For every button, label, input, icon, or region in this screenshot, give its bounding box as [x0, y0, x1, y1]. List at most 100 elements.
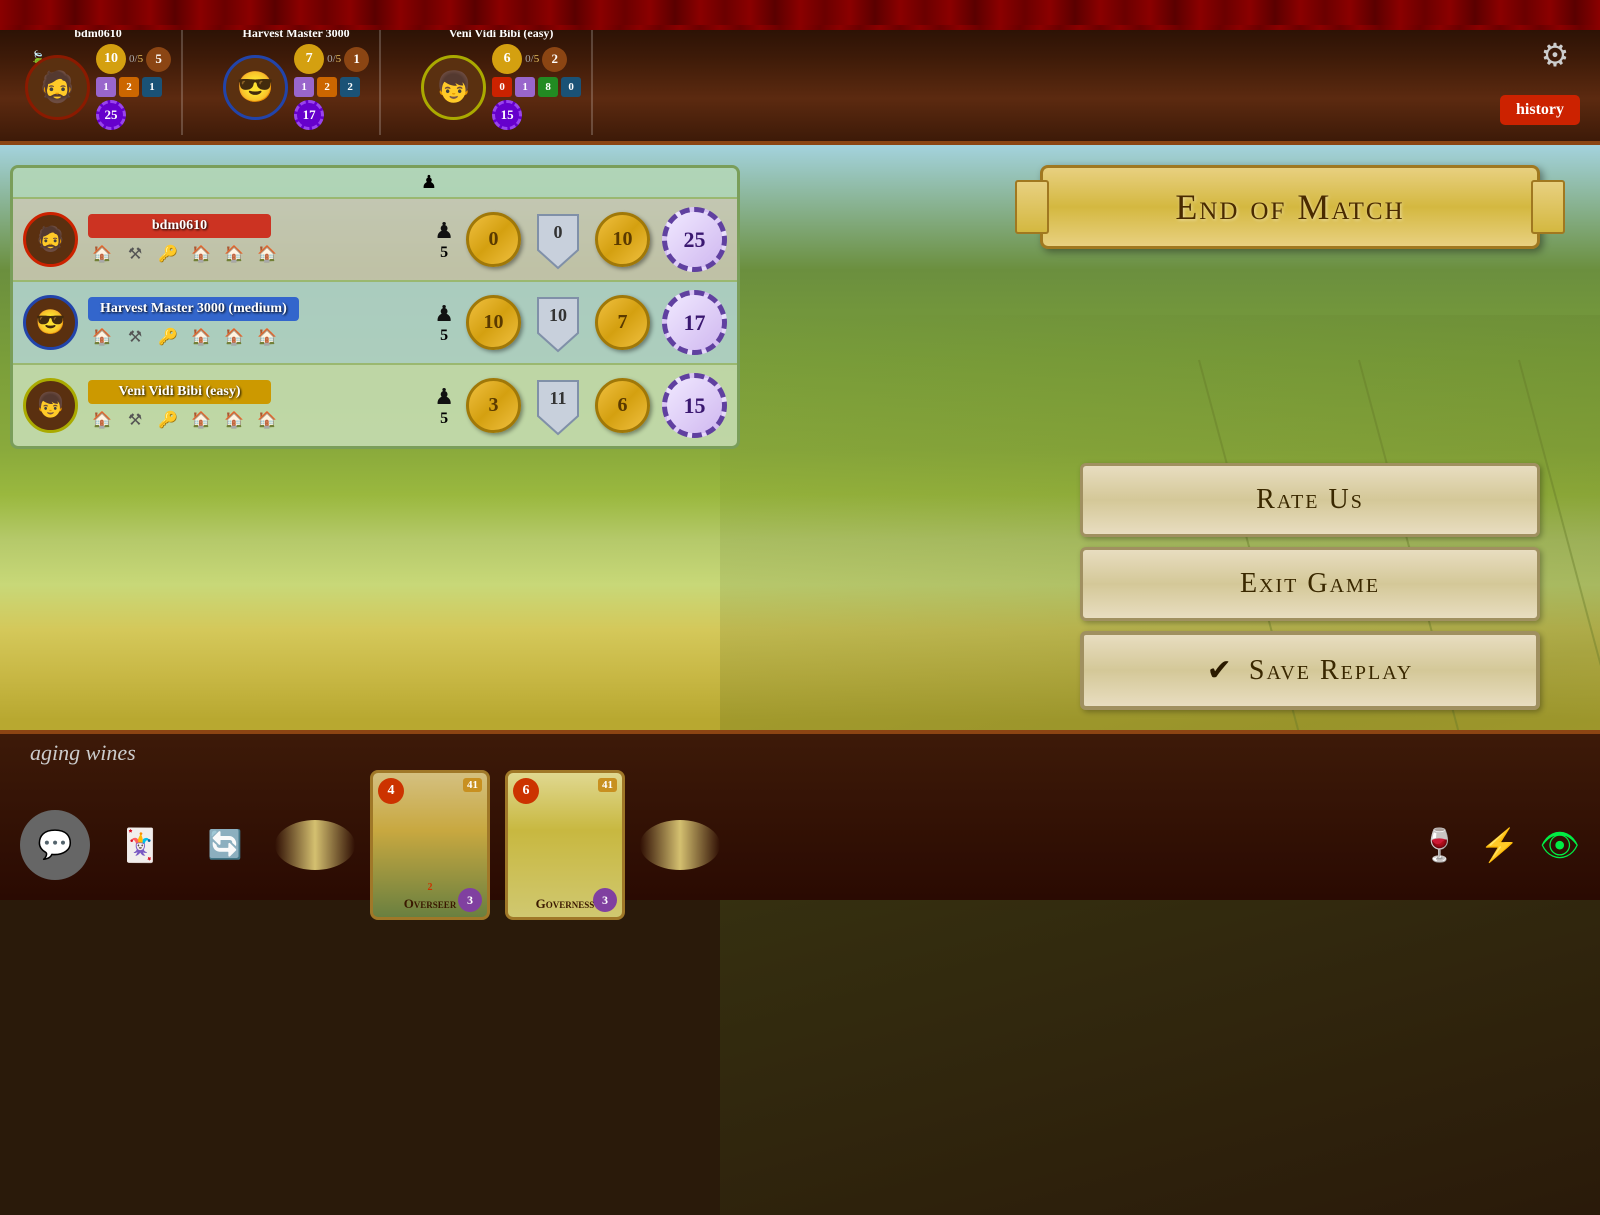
- b1-6: 🏠: [253, 242, 281, 266]
- b3-5: 🏠: [220, 408, 248, 432]
- p1-vp-top: 25: [96, 100, 126, 130]
- main-area: ♟ 🧔 bdm0610 🏠 ⚒ 🔑 🏠 🏠: [0, 145, 1600, 730]
- gear-icon: ⚙: [1541, 36, 1570, 74]
- top-bar: bdm0610 🍃 🧔 10 0/5 5 1 2 1: [0, 0, 1600, 145]
- save-replay-button[interactable]: ✔ Save Replay: [1080, 631, 1540, 710]
- p1-extra1: 1: [96, 77, 116, 97]
- b1-4: 🏠: [187, 242, 215, 266]
- b1-5: 🏠: [220, 242, 248, 266]
- p3-extra3: 0: [561, 77, 581, 97]
- p1-extra3: 1: [142, 77, 162, 97]
- score-name-p1: bdm0610: [88, 214, 271, 238]
- end-of-match-title: End of Match: [1073, 186, 1507, 228]
- exit-game-button[interactable]: Exit Game: [1080, 547, 1540, 621]
- cards-button[interactable]: 🃏: [105, 810, 175, 880]
- overseer-cost: 4: [378, 778, 404, 804]
- vp-p2: 17: [662, 290, 727, 355]
- card-governess[interactable]: 6 41 Governess 3: [505, 770, 625, 920]
- wine-cellar-button[interactable]: 🍷: [1420, 826, 1460, 864]
- governess-bottom-badge: 3: [593, 888, 617, 912]
- meeple-val-p2: 5: [440, 327, 448, 345]
- p3-extra2: 8: [538, 77, 558, 97]
- top-player-p1: bdm0610 🍃 🧔 10 0/5 5 1 2 1: [15, 21, 183, 135]
- b2-4: 🏠: [187, 325, 215, 349]
- coins-p3: 6: [595, 378, 650, 433]
- top-player-name-p1: bdm0610: [74, 26, 121, 41]
- trophy-icon: ⚡: [1480, 827, 1520, 863]
- p3-extra1: 1: [515, 77, 535, 97]
- b2-2: ⚒: [121, 325, 149, 349]
- rate-us-label: Rate Us: [1256, 484, 1364, 516]
- shield-val-p3: 11: [549, 388, 566, 409]
- p3-vp-top: 15: [492, 100, 522, 130]
- shield-p2: 10: [533, 293, 583, 353]
- governess-cost: 6: [513, 778, 539, 804]
- p2-vp-top: 17: [294, 100, 324, 130]
- score-name-p3: Veni Vidi Bibi (easy): [88, 380, 271, 404]
- score-cols-p3: ♟ 5 3 11 6 15: [434, 373, 727, 438]
- p1-slash: 0/5: [129, 53, 143, 65]
- shield-p3: 11: [533, 376, 583, 436]
- p1-coins-top: 10: [96, 44, 126, 74]
- p2-extra1: 1: [294, 77, 314, 97]
- p2-slash: 0/5: [327, 53, 341, 65]
- meeple-col-p1: ♟ 5: [434, 218, 454, 262]
- b2-6: 🏠: [253, 325, 281, 349]
- history-label: history: [1516, 101, 1564, 118]
- bottom-bar: aging wines 💬 🃏 🔄 4: [0, 730, 1600, 900]
- score-table: ♟ 🧔 bdm0610 🏠 ⚒ 🔑 🏠 🏠: [10, 165, 740, 449]
- p2-coins-top: 7: [294, 44, 324, 74]
- b3-3: 🔑: [154, 408, 182, 432]
- top-player-name-p3: Veni Vidi Bibi (easy): [449, 26, 554, 41]
- col-meeple-header: ♟: [409, 172, 449, 193]
- top-player-p2: Harvest Master 3000 ✓ 😎 7 0/5 1 1 2 2: [213, 21, 381, 135]
- coins-p2: 7: [595, 295, 650, 350]
- p2-workers: 1: [344, 47, 369, 72]
- p2-extra3: 2: [340, 77, 360, 97]
- chat-button[interactable]: 💬: [20, 810, 90, 880]
- wine-cellar-icon: 🍷: [1420, 827, 1460, 863]
- refresh-button[interactable]: 🔄: [190, 810, 260, 880]
- coins-p1: 10: [595, 212, 650, 267]
- overseer-points: 2: [428, 882, 433, 893]
- history-button[interactable]: history: [1500, 95, 1580, 125]
- meeple-col-p3: ♟ 5: [434, 384, 454, 428]
- exit-game-label: Exit Game: [1240, 568, 1380, 600]
- p3-extra0: 0: [492, 77, 512, 97]
- b2-3: 🔑: [154, 325, 182, 349]
- overseer-vp: 41: [463, 778, 482, 792]
- overseer-bottom-badge: 3: [458, 888, 482, 912]
- settings-button[interactable]: ⚙: [1530, 30, 1580, 80]
- p1-extra2: 2: [119, 77, 139, 97]
- p3-coins-top: 6: [492, 44, 522, 74]
- p3-slash: 0/5: [525, 53, 539, 65]
- gold1-p3: 3: [466, 378, 521, 433]
- score-cols-p1: ♟ 5 0 0 10 25: [434, 207, 727, 272]
- top-player-p3: Veni Vidi Bibi (easy) 👦 6 0/5 2 0 1 8 0: [411, 21, 593, 135]
- b3-6: 🏠: [253, 408, 281, 432]
- player3-avatar: 👦: [421, 55, 486, 120]
- trophy-button[interactable]: ⚡: [1480, 826, 1520, 864]
- score-row-p3: 👦 Veni Vidi Bibi (easy) 🏠 ⚒ 🔑 🏠 🏠 🏠 ♟ 5: [13, 365, 737, 446]
- score-row-p2: 😎 Harvest Master 3000 (medium) 🏠 ⚒ 🔑 🏠 🏠…: [13, 282, 737, 365]
- top-player-name-p2: Harvest Master 3000: [243, 26, 350, 41]
- score-name-p2: Harvest Master 3000 (medium): [88, 297, 299, 321]
- scroll-decoration: [275, 820, 355, 870]
- cards-icon: 🃏: [120, 826, 160, 864]
- gold1-p2: 10: [466, 295, 521, 350]
- p1-workers: 5: [146, 47, 171, 72]
- end-of-match-banner: End of Match: [1040, 165, 1540, 249]
- score-avatar-p2: 😎: [23, 295, 78, 350]
- rate-us-button[interactable]: Rate Us: [1080, 463, 1540, 537]
- shield-val-p1: 0: [554, 222, 563, 243]
- meeple-val-p1: 5: [440, 244, 448, 262]
- p2-extra2: 2: [317, 77, 337, 97]
- b1-2: ⚒: [121, 242, 149, 266]
- gold1-p1: 0: [466, 212, 521, 267]
- player2-avatar: 😎: [223, 55, 288, 120]
- action-icon-button[interactable]: 👁: [1539, 826, 1580, 864]
- action-buttons-panel: Rate Us Exit Game ✔ Save Replay: [1080, 463, 1540, 710]
- refresh-icon: 🔄: [208, 828, 243, 862]
- card-overseer[interactable]: 4 41 2 Overseer 3: [370, 770, 490, 920]
- overseer-title: Overseer: [404, 896, 457, 912]
